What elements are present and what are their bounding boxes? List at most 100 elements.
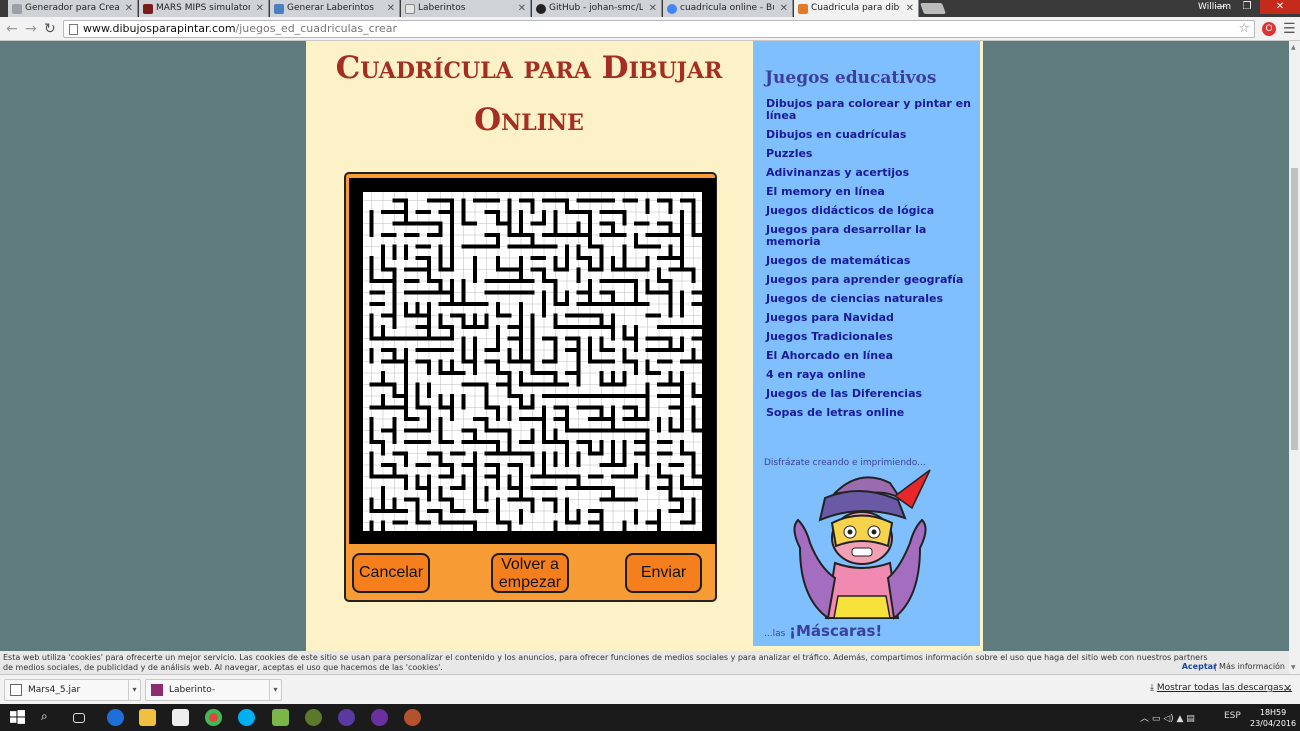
maze-wall [404, 417, 420, 421]
cookie-more-link[interactable]: | Más información [1214, 662, 1285, 672]
maze-wall [450, 371, 466, 375]
mask-illustration[interactable] [780, 468, 940, 623]
promo-link[interactable]: ...las ¡Máscaras! [764, 622, 882, 640]
maze-wall [691, 267, 696, 283]
app-icon[interactable] [305, 709, 322, 726]
browser-tab[interactable]: MARS MIPS simulator - M ✕ [139, 0, 269, 17]
extension-icon[interactable]: O [1262, 22, 1276, 36]
maze-wall [438, 348, 454, 352]
maze-wall [588, 451, 604, 456]
cancel-button[interactable]: Cancelar [352, 553, 430, 593]
scrollbar-thumb[interactable] [1291, 168, 1298, 450]
reset-button[interactable]: Volver a empezar [491, 553, 569, 593]
maze-wall [415, 210, 431, 214]
maze-wall [427, 233, 443, 237]
browser-tab[interactable]: GitHub - johan-smc/Lab ✕ [532, 0, 662, 17]
tray-icons[interactable]: ︿ ▭ ◁) ▲ ▤ [1140, 711, 1195, 724]
download-item[interactable]: Laberinto-Maquinas-....zip ▾ [145, 679, 282, 715]
sidebar-link[interactable]: Juegos de ciencias naturales [766, 293, 972, 305]
chrome-icon[interactable] [205, 709, 222, 726]
file-explorer-icon[interactable] [139, 709, 156, 726]
maze-wall [680, 520, 696, 525]
maze-wall [530, 497, 535, 513]
close-window-icon[interactable]: ✕ [1260, 0, 1300, 14]
skype-icon[interactable] [238, 709, 255, 726]
reload-icon[interactable]: ↻ [44, 20, 56, 38]
forward-icon[interactable]: → [25, 20, 37, 38]
restore-icon[interactable]: ❐ [1234, 0, 1260, 14]
app-icon[interactable] [404, 709, 421, 726]
sidebar-link[interactable]: Juegos de las Diferencias [766, 388, 972, 400]
store-icon[interactable] [172, 709, 189, 726]
task-view-icon[interactable] [73, 713, 85, 723]
browser-tab[interactable]: Laberintos ✕ [401, 0, 531, 17]
close-downloads-icon[interactable]: ✕ [1283, 682, 1292, 695]
maze-wall [392, 428, 397, 444]
download-menu-icon[interactable]: ▾ [269, 680, 281, 700]
clock[interactable]: 18H59 23/04/2016 [1250, 707, 1296, 729]
search-icon[interactable]: ⌕ [41, 709, 58, 726]
edge-icon[interactable] [107, 709, 124, 726]
maze-wall [645, 198, 650, 214]
sidebar-link[interactable]: Juegos para aprender geografía [766, 274, 972, 286]
address-bar[interactable]: www.dibujosparapintar.com/juegos_ed_cuad… [63, 20, 1255, 38]
app-icon[interactable] [338, 709, 355, 726]
close-tab-icon[interactable]: ✕ [125, 0, 133, 17]
close-tab-icon[interactable]: ✕ [649, 0, 657, 17]
browser-tab[interactable]: cuadricula online - Busca ✕ [663, 0, 793, 17]
sidebar-link[interactable]: Adivinanzas y acertijos [766, 167, 972, 179]
language-indicator[interactable]: ESP [1224, 711, 1241, 721]
maze-wall [496, 405, 500, 421]
sidebar-link[interactable]: Juegos de matemáticas [766, 255, 972, 267]
new-tab-button[interactable] [919, 3, 947, 14]
show-all-downloads-link[interactable]: ⤓ Mostrar todas las descargas... [1150, 683, 1292, 693]
close-tab-icon[interactable]: ✕ [780, 0, 788, 17]
browser-tab[interactable]: Generar Laberintos ✕ [270, 0, 400, 17]
close-tab-icon[interactable]: ✕ [518, 0, 526, 17]
sidebar-link[interactable]: El memory en línea [766, 186, 972, 198]
minimize-icon[interactable]: — [1208, 0, 1234, 14]
sidebar-link[interactable]: Dibujos para colorear y pintar en línea [766, 98, 972, 122]
close-tab-icon[interactable]: ✕ [906, 0, 914, 17]
sidebar-link[interactable]: Dibujos en cuadrículas [766, 129, 972, 141]
sidebar-link[interactable]: Juegos para Navidad [766, 312, 972, 324]
maze-wall [668, 302, 673, 318]
sidebar-link[interactable]: 4 en raya online [766, 369, 972, 381]
scroll-down-icon[interactable]: ▼ [1291, 664, 1296, 671]
maze-wall [530, 221, 546, 226]
sidebar-link[interactable]: Puzzles [766, 148, 972, 160]
menu-icon[interactable]: ☰ [1283, 20, 1296, 38]
send-button[interactable]: Enviar [625, 553, 702, 593]
download-item[interactable]: Mars4_5.jar ▾ [4, 679, 141, 701]
maze-wall [576, 267, 581, 283]
cookie-accept-link[interactable]: Aceptar [1182, 662, 1217, 672]
close-tab-icon[interactable]: ✕ [256, 0, 264, 17]
maze-wall [542, 486, 558, 490]
app-icon[interactable] [272, 709, 289, 726]
maze-wall [404, 279, 420, 283]
promo-text[interactable]: Disfrázate creando e imprimiendo... [764, 458, 926, 468]
maze-grid[interactable] [360, 189, 705, 534]
windows-start-icon[interactable] [9, 709, 26, 726]
url-text[interactable]: www.dibujosparapintar.com/juegos_ed_cuad… [83, 21, 397, 37]
maze-wall [473, 325, 489, 329]
close-tab-icon[interactable]: ✕ [387, 0, 395, 17]
scroll-up-icon[interactable]: ▲ [1291, 44, 1296, 51]
browser-tab[interactable]: Generador para Crear lab ✕ [8, 0, 138, 17]
back-icon[interactable]: ← [6, 20, 18, 38]
maze-wall [668, 348, 684, 352]
sidebar-link[interactable]: El Ahorcado en línea [766, 350, 972, 362]
bookmark-star-icon[interactable]: ☆ [1238, 21, 1250, 37]
sidebar-link[interactable]: Juegos didácticos de lógica [766, 205, 972, 217]
sidebar-link[interactable]: Juegos para desarrollar la memoria [766, 224, 972, 248]
browser-tab-active[interactable]: Cuadricula para dibujar ✕ [794, 0, 919, 17]
maze-wall [634, 336, 638, 352]
sidebar-link[interactable]: Juegos Tradicionales [766, 331, 972, 343]
maze-wall [668, 509, 684, 513]
sidebar-link[interactable]: Sopas de letras online [766, 407, 972, 419]
tab-title: Generar Laberintos [287, 3, 374, 13]
maze-wall [634, 417, 650, 421]
app-icon[interactable] [371, 709, 388, 726]
url-host: www.dibujosparapintar.com [83, 22, 236, 35]
download-menu-icon[interactable]: ▾ [128, 680, 140, 700]
